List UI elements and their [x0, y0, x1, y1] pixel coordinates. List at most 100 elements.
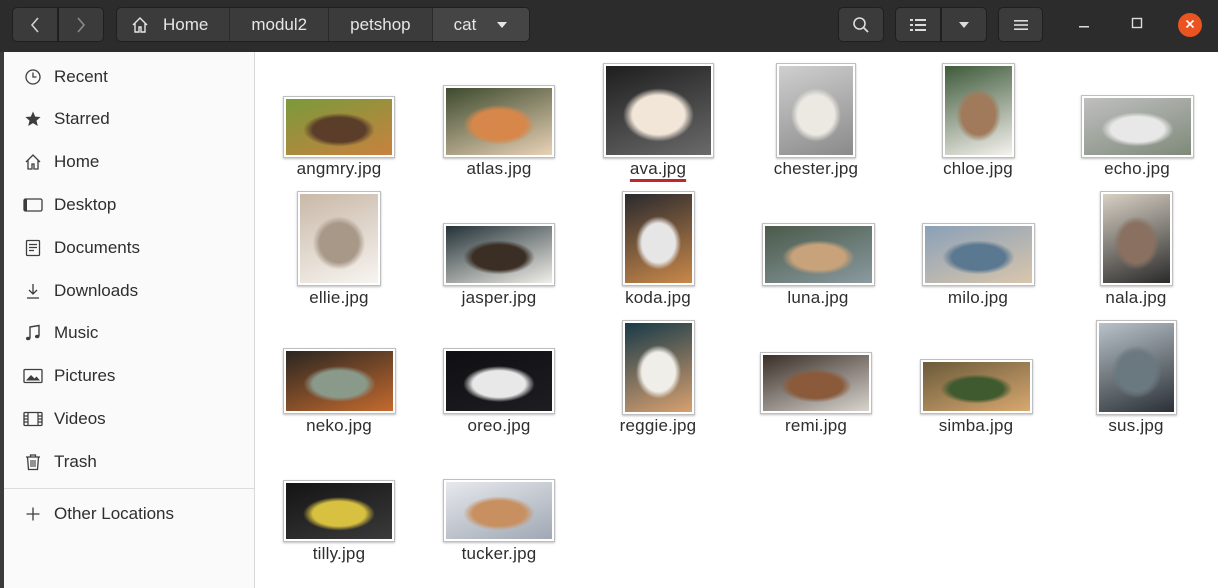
file-name[interactable]: sus.jpg	[1056, 416, 1216, 436]
sidebar-item-label: Recent	[54, 67, 108, 86]
sidebar-item-downloads[interactable]: Downloads	[22, 277, 138, 305]
sidebar-item-home[interactable]: Home	[22, 148, 99, 176]
maximize-icon	[1131, 16, 1143, 34]
pathbar-label: Home	[163, 14, 209, 34]
sidebar-item-documents[interactable]: Documents	[22, 234, 140, 262]
file-name[interactable]: echo.jpg	[1057, 159, 1217, 179]
maximize-button[interactable]	[1125, 13, 1149, 37]
file-name[interactable]: remi.jpg	[736, 416, 896, 436]
file-item[interactable]	[259, 348, 419, 414]
sidebar-item-label: Other Locations	[54, 504, 175, 523]
file-name[interactable]: simba.jpg	[896, 416, 1056, 436]
pathbar-label: petshop	[350, 14, 411, 34]
file-thumbnail	[1080, 95, 1194, 158]
file-thumbnail	[921, 223, 1035, 286]
sidebar-item-label: Desktop	[54, 195, 117, 214]
file-thumbnail	[297, 191, 381, 286]
file-item[interactable]	[419, 348, 579, 414]
document-icon	[22, 237, 44, 259]
close-icon	[1185, 16, 1195, 34]
sidebar-separator	[4, 488, 254, 489]
file-item[interactable]	[1056, 191, 1216, 286]
main-menu-button[interactable]	[998, 7, 1043, 42]
file-item[interactable]	[1056, 320, 1216, 415]
sidebar-item-recent[interactable]: Recent	[22, 63, 108, 91]
file-name[interactable]: jasper.jpg	[419, 288, 579, 308]
file-name[interactable]: atlas.jpg	[419, 159, 579, 179]
close-button[interactable]	[1178, 13, 1202, 37]
file-item[interactable]	[736, 63, 896, 158]
download-icon	[22, 280, 44, 302]
file-item[interactable]	[738, 223, 898, 286]
pictures-icon	[22, 365, 44, 387]
file-thumbnail	[443, 85, 555, 158]
pathbar-item-modul2[interactable]: modul2	[230, 8, 330, 41]
sidebar-item-other-locations[interactable]: Other Locations	[22, 500, 174, 528]
file-name[interactable]: tucker.jpg	[419, 544, 579, 564]
file-thumbnail	[443, 348, 555, 414]
pathbar-label: cat	[453, 14, 477, 34]
forward-button[interactable]	[58, 7, 104, 42]
search-icon	[852, 16, 870, 34]
file-name[interactable]: chester.jpg	[736, 159, 896, 179]
sidebar-item-starred[interactable]: Starred	[22, 105, 110, 133]
sidebar-item-music[interactable]: Music	[22, 319, 98, 347]
headerbar: Home modul2 petshop cat	[0, 0, 1218, 52]
view-toggle-button[interactable]	[895, 7, 941, 42]
file-name[interactable]: reggie.jpg	[578, 416, 738, 436]
file-name[interactable]: angmry.jpg	[259, 159, 419, 179]
trash-icon	[22, 451, 44, 473]
minimize-icon	[1078, 16, 1090, 34]
file-thumbnail	[1095, 320, 1177, 415]
file-name[interactable]: nala.jpg	[1056, 288, 1216, 308]
file-name[interactable]: ellie.jpg	[259, 288, 419, 308]
file-thumbnail	[1099, 191, 1173, 286]
file-item[interactable]	[736, 352, 896, 414]
sidebar: Recent Starred Home Desktop Documents Do…	[0, 52, 255, 588]
file-name[interactable]: neko.jpg	[259, 416, 419, 436]
sidebar-item-desktop[interactable]: Desktop	[22, 191, 116, 219]
file-item[interactable]	[259, 96, 419, 158]
sidebar-item-videos[interactable]: Videos	[22, 405, 106, 433]
pathbar: Home modul2 petshop cat	[116, 7, 531, 42]
file-item[interactable]	[419, 223, 579, 286]
file-thumbnail	[761, 223, 875, 286]
sidebar-item-label: Pictures	[54, 366, 116, 385]
file-item[interactable]	[898, 223, 1058, 286]
video-icon	[22, 408, 44, 430]
file-item[interactable]	[896, 359, 1056, 414]
back-button[interactable]	[12, 7, 58, 42]
file-name[interactable]: ava.jpg	[578, 159, 738, 179]
file-name[interactable]: oreo.jpg	[419, 416, 579, 436]
file-item[interactable]	[419, 85, 579, 158]
file-name[interactable]: tilly.jpg	[259, 544, 419, 564]
sidebar-item-label: Starred	[54, 109, 110, 128]
file-name[interactable]: koda.jpg	[578, 288, 738, 308]
file-item[interactable]	[259, 191, 419, 286]
sidebar-item-pictures[interactable]: Pictures	[22, 362, 115, 390]
file-item[interactable]	[578, 320, 738, 415]
pathbar-label: modul2	[251, 14, 308, 34]
file-grid: angmry.jpg atlas.jpg ava.jpg chester.jpg…	[255, 52, 1218, 588]
sidebar-item-label: Videos	[54, 409, 106, 428]
search-button[interactable]	[838, 7, 884, 42]
file-item[interactable]	[578, 63, 738, 158]
file-item[interactable]	[1057, 95, 1217, 158]
view-options-button[interactable]	[941, 7, 987, 42]
sidebar-item-label: Trash	[54, 452, 97, 471]
file-item[interactable]	[259, 480, 419, 542]
file-item[interactable]	[578, 191, 738, 286]
chevron-down-icon	[496, 21, 508, 29]
pathbar-item-home[interactable]: Home	[117, 8, 231, 41]
chevron-right-icon	[75, 16, 87, 34]
pathbar-item-cat[interactable]: cat	[432, 8, 530, 41]
file-name[interactable]: luna.jpg	[738, 288, 898, 308]
file-item[interactable]	[898, 63, 1058, 158]
pathbar-item-petshop[interactable]: petshop	[329, 8, 433, 41]
sidebar-item-trash[interactable]: Trash	[22, 448, 97, 476]
minimize-button[interactable]	[1072, 13, 1096, 37]
file-name[interactable]: chloe.jpg	[898, 159, 1058, 179]
file-item[interactable]	[419, 479, 579, 542]
chevron-left-icon	[29, 16, 41, 34]
file-name[interactable]: milo.jpg	[898, 288, 1058, 308]
